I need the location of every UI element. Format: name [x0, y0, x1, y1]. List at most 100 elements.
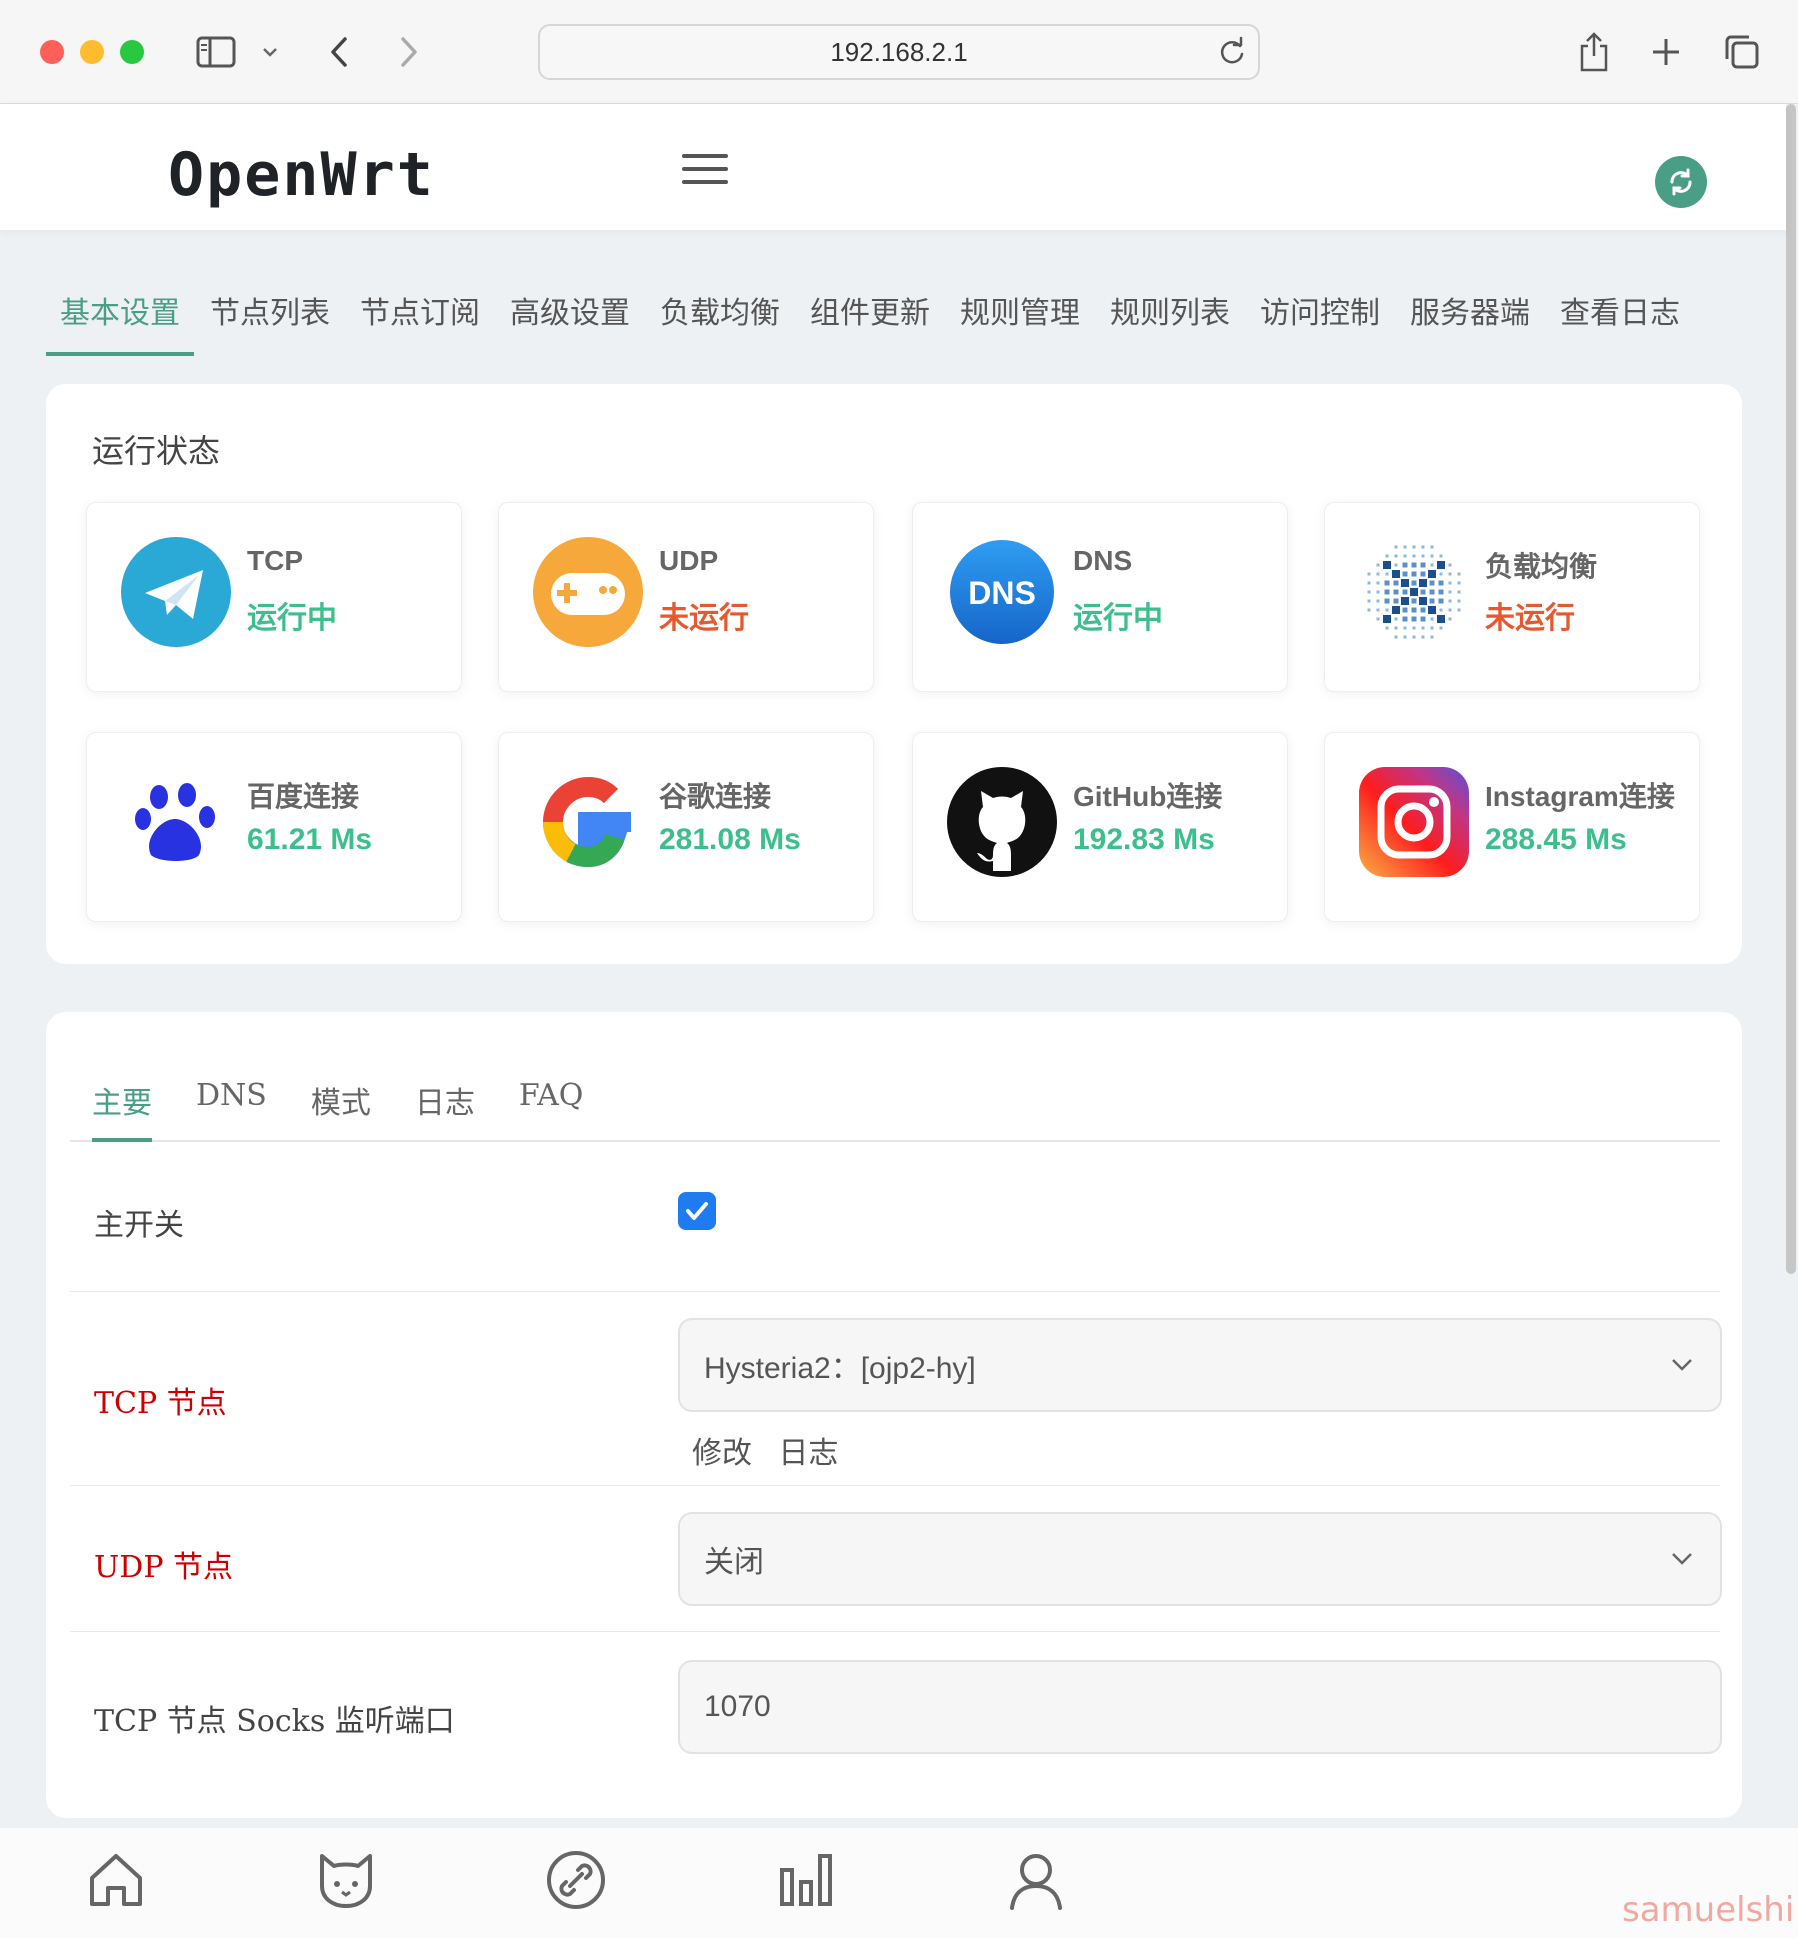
url-text: 192.168.2.1	[830, 36, 968, 67]
status-tile-google: 谷歌连接 281.08 Ms	[498, 732, 874, 922]
address-bar[interactable]: 192.168.2.1	[538, 24, 1260, 80]
gamepad-icon	[533, 537, 643, 647]
minimize-window-button[interactable]	[80, 40, 104, 64]
main-switch-row: 主开关	[70, 1144, 1720, 1292]
menu-toggle-icon[interactable]	[682, 154, 728, 188]
github-icon	[947, 767, 1057, 877]
tcp-node-row: TCP 节点 Hysteria2：[ojp2-hy] 修改 日志	[70, 1292, 1722, 1486]
edit-node-link[interactable]: 修改	[692, 1437, 752, 1470]
tile-status-stopped: 未运行	[1485, 602, 1575, 635]
chevron-down-icon[interactable]	[258, 28, 282, 76]
tile-label: GitHub连接	[1073, 781, 1223, 812]
tile-latency: 281.08 Ms	[659, 823, 801, 856]
tile-status-stopped: 未运行	[659, 602, 749, 635]
tab-access-control[interactable]: 访问控制	[1246, 280, 1394, 356]
status-panel: 运行状态 TCP 运行中 UDP 未运行 DNS DNS 运行中 负载均衡 未运…	[46, 384, 1742, 964]
tile-status-running: 运行中	[247, 602, 337, 635]
tile-latency: 61.21 Ms	[247, 823, 373, 856]
dns-icon: DNS	[947, 537, 1057, 647]
tab-dns[interactable]: DNS	[174, 1072, 289, 1142]
tab-mode[interactable]: 模式	[289, 1072, 393, 1142]
udp-node-select[interactable]: 关闭	[678, 1512, 1722, 1606]
status-tile-tcp: TCP 运行中	[86, 502, 462, 692]
tcp-node-actions: 修改 日志	[692, 1428, 856, 1472]
status-title: 运行状态	[92, 432, 221, 470]
forward-icon[interactable]	[392, 28, 426, 76]
tcp-node-label: TCP 节点	[94, 1386, 227, 1421]
tab-load-balance[interactable]: 负载均衡	[646, 280, 794, 356]
tab-rule-list[interactable]: 规则列表	[1096, 280, 1244, 356]
chevron-down-icon	[1672, 1553, 1692, 1565]
load-balance-icon	[1359, 537, 1469, 647]
tile-label: UDP	[659, 545, 719, 576]
telegram-icon	[121, 537, 231, 647]
user-icon[interactable]	[1004, 1848, 1068, 1912]
status-tile-dns: DNS DNS 运行中	[912, 502, 1288, 692]
status-tile-baidu: 百度连接 61.21 Ms	[86, 732, 462, 922]
tab-basic-settings[interactable]: 基本设置	[46, 280, 194, 356]
tile-latency: 288.45 Ms	[1485, 823, 1627, 856]
socks-port-value: 1070	[704, 1690, 771, 1723]
node-log-link[interactable]: 日志	[778, 1437, 838, 1470]
refresh-icon[interactable]	[1655, 156, 1707, 208]
main-switch-label: 主开关	[94, 1208, 184, 1243]
tile-label: TCP	[247, 545, 303, 576]
tab-overview-icon[interactable]	[1720, 28, 1764, 76]
tile-label: 百度连接	[247, 781, 360, 812]
tab-node-list[interactable]: 节点列表	[196, 280, 344, 356]
google-icon	[533, 767, 643, 877]
brand-logo[interactable]: OpenWrt	[168, 140, 435, 210]
share-icon[interactable]	[1574, 28, 1614, 76]
reload-icon[interactable]	[1216, 36, 1248, 68]
new-tab-icon[interactable]	[1646, 28, 1686, 76]
tab-main[interactable]: 主要	[92, 1072, 152, 1142]
tile-label: 谷歌连接	[659, 781, 772, 812]
status-tile-udp: UDP 未运行	[498, 502, 874, 692]
zoom-window-button[interactable]	[120, 40, 144, 64]
sidebar-toggle-icon[interactable]	[194, 28, 238, 76]
tile-latency: 192.83 Ms	[1073, 823, 1215, 856]
page-scrollbar[interactable]	[1786, 104, 1796, 1274]
socks-port-row: TCP 节点 Socks 监听端口 1070	[70, 1632, 1722, 1782]
bottom-nav	[0, 1828, 1798, 1938]
cat-icon[interactable]	[314, 1848, 378, 1912]
socks-port-label: TCP 节点 Socks 监听端口	[94, 1704, 455, 1739]
close-window-button[interactable]	[40, 40, 64, 64]
tab-server[interactable]: 服务器端	[1396, 280, 1544, 356]
back-icon[interactable]	[322, 28, 356, 76]
tile-label: Instagram连接	[1485, 781, 1675, 812]
link-icon[interactable]	[544, 1848, 608, 1912]
tile-status-running: 运行中	[1073, 602, 1163, 635]
settings-tabs: 主要 DNS 模式 日志 FAQ	[70, 1072, 1720, 1142]
status-tile-load-balance: 负载均衡 未运行	[1324, 502, 1700, 692]
home-icon[interactable]	[84, 1848, 148, 1912]
tab-node-subscription[interactable]: 节点订阅	[346, 280, 494, 356]
tab-faq[interactable]: FAQ	[497, 1072, 605, 1142]
main-switch-checkbox[interactable]	[678, 1192, 716, 1230]
chevron-down-icon	[1672, 1359, 1692, 1371]
tile-label: 负载均衡	[1485, 551, 1598, 582]
status-tile-instagram: Instagram连接 288.45 Ms	[1324, 732, 1700, 922]
settings-panel: 主要 DNS 模式 日志 FAQ 主开关 TCP 节点 Hysteria2：[o…	[46, 1012, 1742, 1818]
tab-log[interactable]: 日志	[393, 1072, 497, 1142]
browser-toolbar: 192.168.2.1	[0, 0, 1798, 104]
tcp-node-select[interactable]: Hysteria2：[ojp2-hy]	[678, 1318, 1722, 1412]
main-tabs: 基本设置 节点列表 节点订阅 高级设置 负载均衡 组件更新 规则管理 规则列表 …	[46, 280, 1696, 356]
app-header: OpenWrt	[0, 104, 1786, 230]
bar-chart-icon[interactable]	[774, 1848, 838, 1912]
udp-node-row: UDP 节点 关闭	[70, 1486, 1722, 1632]
tab-view-logs[interactable]: 查看日志	[1546, 280, 1694, 356]
udp-node-label: UDP 节点	[94, 1550, 234, 1585]
instagram-icon	[1359, 767, 1469, 877]
status-tile-github: GitHub连接 192.83 Ms	[912, 732, 1288, 922]
watermark: samuelshi	[1622, 1890, 1795, 1930]
baidu-icon	[121, 767, 231, 877]
tile-label: DNS	[1073, 545, 1133, 576]
svg-text:DNS: DNS	[968, 575, 1036, 611]
tab-component-update[interactable]: 组件更新	[796, 280, 944, 356]
udp-node-value: 关闭	[704, 1546, 764, 1579]
tcp-node-value: Hysteria2：[ojp2-hy]	[704, 1352, 976, 1385]
tab-rule-management[interactable]: 规则管理	[946, 280, 1094, 356]
socks-port-input[interactable]: 1070	[678, 1660, 1722, 1754]
tab-advanced-settings[interactable]: 高级设置	[496, 280, 644, 356]
